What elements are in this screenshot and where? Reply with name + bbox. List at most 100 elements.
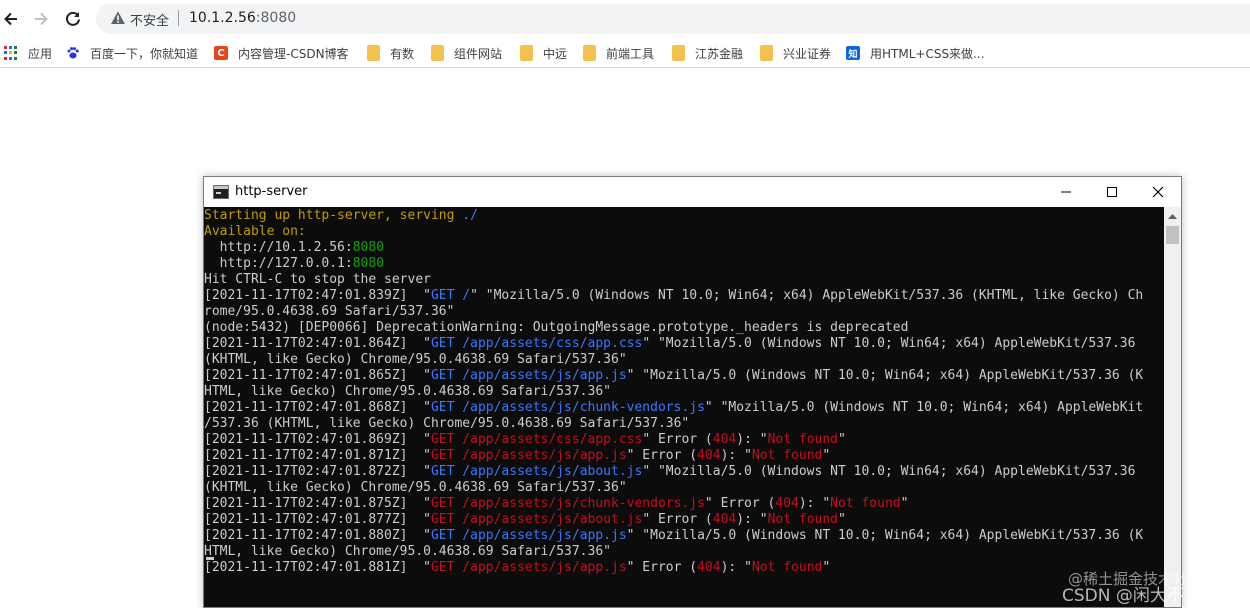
console-text-segment: 404 xyxy=(697,448,721,463)
console-text-segment: (KHTML, like Gecko) Chrome/95.0.4638.69 … xyxy=(204,352,627,367)
console-text-segment: " "Mozilla/5.0 (Windows NT 10.0; Win64; … xyxy=(642,336,1136,351)
bookmark-label: 前端工具 xyxy=(606,46,655,61)
console-text-segment: " xyxy=(900,496,909,511)
console-scrollbar[interactable] xyxy=(1164,207,1181,607)
console-text-segment: " xyxy=(822,448,831,463)
console-text-segment: [2021-11-17T02:47:01.872Z] " xyxy=(204,464,431,479)
console-text-segment: ): " xyxy=(720,560,752,575)
bookmark-folder-frontend-tools[interactable]: 前端工具 xyxy=(583,44,654,62)
console-text-segment: " Error ( xyxy=(626,560,698,575)
console-text-segment: " Error ( xyxy=(704,496,776,511)
console-text-segment: 404 xyxy=(712,432,737,447)
zhihu-icon: 知 xyxy=(846,46,860,60)
close-button[interactable] xyxy=(1135,177,1181,207)
console-text-segment: [2021-11-17T02:47:01.875Z] " xyxy=(204,496,431,511)
reload-button[interactable] xyxy=(62,8,84,30)
browser-toolbar: 不安全 10.1.2.56:8080 xyxy=(0,0,1250,38)
console-text-segment: GET /app/assets/js/chunk-vendors.js xyxy=(430,496,705,511)
console-text-segment: " "Mozilla/5.0 (Windows NT 10.0; Win64; … xyxy=(626,368,1144,383)
console-titlebar[interactable]: http-server xyxy=(204,177,1181,207)
console-line: (node:5432) [DEP0066] DeprecationWarning… xyxy=(204,320,1164,336)
csdn-watermark: CSDN @闲大不梦卿 xyxy=(1062,586,1218,606)
console-line: [2021-11-17T02:47:01.880Z] "GET /app/ass… xyxy=(204,528,1164,544)
scrollbar-thumb[interactable] xyxy=(1166,226,1179,244)
console-text-segment: [2021-11-17T02:47:01.868Z] " xyxy=(204,400,431,415)
console-text-segment: GET /app/assets/js/about.js xyxy=(430,512,643,527)
maximize-icon xyxy=(1107,187,1117,197)
bookmark-label: 用HTML+CSS来做... xyxy=(870,46,985,61)
console-line: [2021-11-17T02:47:01.868Z] "GET /app/ass… xyxy=(204,400,1164,416)
console-line: [2021-11-17T02:47:01.877Z] "GET /app/ass… xyxy=(204,512,1164,528)
folder-icon xyxy=(672,45,685,61)
minimize-icon xyxy=(1061,191,1071,193)
bookmark-csdn[interactable]: C 内容管理-CSDN博客 xyxy=(214,44,349,62)
bookmark-folder-jiangsu-finance[interactable]: 江苏金融 xyxy=(672,44,743,62)
bookmark-folder-components[interactable]: 组件网站 xyxy=(431,44,502,62)
console-text-segment: [2021-11-17T02:47:01.869Z] " xyxy=(204,432,431,447)
bookmark-folder-zhongyuan[interactable]: 中远 xyxy=(520,44,567,62)
bookmark-label: 组件网站 xyxy=(454,46,503,61)
console-text-segment: [2021-11-17T02:47:01.864Z] " xyxy=(204,336,431,351)
bookmark-label: 中远 xyxy=(543,46,568,61)
baidu-paw-icon xyxy=(67,47,79,59)
console-text-segment: " "Mozilla/5.0 (Windows NT 10.0; Win64; … xyxy=(704,400,1144,415)
console-text-segment: 404 xyxy=(775,496,799,511)
bookmark-folder-xingye-securities[interactable]: 兴业证券 xyxy=(760,44,831,62)
url-text[interactable]: 10.1.2.56:8080 xyxy=(189,10,296,26)
console-text-segment: 404 xyxy=(712,512,737,527)
console-text-segment: (KHTML, like Gecko) Chrome/95.0.4638.69 … xyxy=(204,480,627,495)
console-line: Hit CTRL-C to stop the server xyxy=(204,272,1164,288)
bookmark-apps[interactable]: 应用 xyxy=(4,44,52,62)
console-line: [2021-11-17T02:47:01.864Z] "GET /app/ass… xyxy=(204,336,1164,352)
console-text-segment: Not found xyxy=(751,560,823,575)
console-text-segment: GET /app/assets/js/app.js xyxy=(430,448,627,463)
console-text-segment: Hit CTRL-C to stop the server xyxy=(204,272,431,287)
bookmark-folder-youshu[interactable]: 有数 xyxy=(367,44,414,62)
console-line: [2021-11-17T02:47:01.871Z] "GET /app/ass… xyxy=(204,448,1164,464)
console-text-segment: [2021-11-17T02:47:01.881Z] " xyxy=(204,560,431,575)
bookmark-zhihu[interactable]: 知 用HTML+CSS来做... xyxy=(846,44,985,62)
console-text-segment: Starting up http-server, serving xyxy=(204,208,463,223)
bookmark-label: 内容管理-CSDN博客 xyxy=(238,46,349,61)
console-text-segment: [2021-11-17T02:47:01.877Z] " xyxy=(204,512,431,527)
warning-triangle-icon xyxy=(111,11,125,24)
console-text-segment: " xyxy=(822,560,831,575)
bookmark-baidu[interactable]: 百度一下，你就知道 xyxy=(66,44,198,62)
console-line: /537.36 (KHTML, like Gecko) Chrome/95.0.… xyxy=(204,416,1164,432)
bookmark-label: 应用 xyxy=(28,46,53,61)
console-text-segment: HTML, like Gecko) Chrome/95.0.4638.69 Sa… xyxy=(204,544,611,559)
console-app-icon xyxy=(213,185,229,199)
console-window[interactable]: http-server Starting up http-server, ser… xyxy=(203,176,1182,608)
console-text-segment: ): " xyxy=(720,448,752,463)
folder-icon xyxy=(760,45,773,61)
minimize-button[interactable] xyxy=(1043,177,1089,207)
console-text-segment: ): " xyxy=(736,432,768,447)
bookmark-label: 兴业证券 xyxy=(783,46,832,61)
console-text-segment: Not found xyxy=(830,496,901,511)
close-icon xyxy=(1152,186,1164,198)
console-text-segment: http://10.1.2.56: xyxy=(204,240,353,255)
console-line: [2021-11-17T02:47:01.872Z] "GET /app/ass… xyxy=(204,464,1164,480)
console-line: HTML, like Gecko) Chrome/95.0.4638.69 Sa… xyxy=(204,384,1164,400)
apps-grid-icon xyxy=(4,46,18,60)
maximize-button[interactable] xyxy=(1089,177,1135,207)
not-secure-label[interactable]: 不安全 xyxy=(130,10,169,29)
console-text-segment: http://127.0.0.1: xyxy=(204,256,353,271)
url-port: :8080 xyxy=(255,10,297,26)
console-text-segment: [2021-11-17T02:47:01.839Z] " xyxy=(204,288,431,303)
url-host: 10.1.2.56 xyxy=(189,10,256,26)
console-output[interactable]: Starting up http-server, serving ./Avail… xyxy=(204,207,1164,607)
scroll-up-button[interactable] xyxy=(1164,207,1181,224)
bookmarks-bar: 应用 百度一下，你就知道 C 内容管理-CSDN博客 有数 组件网站 中远 前端… xyxy=(0,38,1250,68)
text-cursor xyxy=(206,557,214,560)
forward-button[interactable] xyxy=(30,8,52,30)
console-text-segment: GET / xyxy=(430,288,471,303)
reload-icon xyxy=(66,11,80,26)
console-text-segment: Available on: xyxy=(204,224,306,239)
back-button[interactable] xyxy=(0,8,22,30)
console-text-segment: GET /app/assets/js/app.js xyxy=(430,368,627,383)
console-text-segment: GET /app/assets/js/chunk-vendors.js xyxy=(430,400,705,415)
console-line: rome/95.0.4638.69 Safari/537.36" xyxy=(204,304,1164,320)
folder-icon xyxy=(367,45,380,61)
console-text-segment: 404 xyxy=(697,560,721,575)
